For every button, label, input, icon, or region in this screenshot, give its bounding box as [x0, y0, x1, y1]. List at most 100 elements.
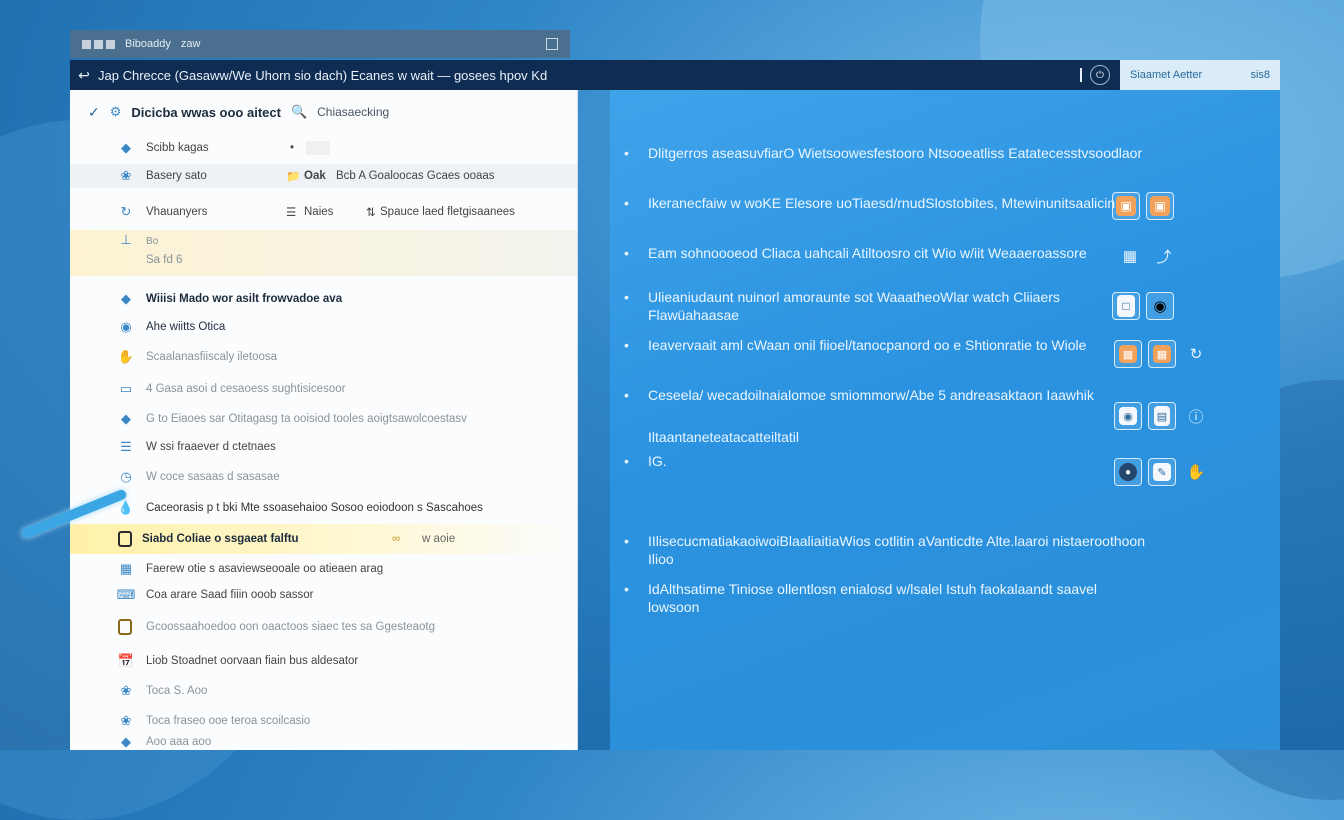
tree-icon: ❀	[120, 713, 132, 728]
detail-text: Iltaantaneteatacatteiltatil	[648, 429, 799, 445]
detail-text: Ceseela/ wecadoilnaialomoe smiommorw/Abe…	[648, 387, 1094, 403]
search-icon[interactable]: 🔍	[291, 104, 307, 120]
icon-group: □ ◉	[1112, 292, 1174, 320]
list-item[interactable]: ✋ Scaalanasfiiscaly iletoosa	[70, 346, 577, 368]
list-item-value: •	[290, 142, 295, 154]
diamond-icon: ◆	[121, 411, 131, 426]
list-item-label: Basery sato	[146, 170, 207, 182]
list-item[interactable]: 💧 Caceorasis p t bki Mte ssoasehaioo Sos…	[70, 496, 577, 520]
list-item[interactable]: ◉ Ahe wiitts Otica	[70, 316, 577, 338]
list-item-label: Bo	[146, 236, 159, 247]
list-item[interactable]: ▭ 4 Gasa asoi d cesaoess sughtisicesoor	[70, 378, 577, 400]
list-item[interactable]: ◆ G to Eiaoes sar Otitagasg ta ooisiod t…	[70, 408, 577, 430]
check-icon[interactable]: ✓	[88, 104, 100, 121]
list-item[interactable]: ↻ Vhauanyers ☰ Naies ⇅ Spauce laed fletg…	[70, 200, 577, 224]
bullet: •	[624, 533, 629, 549]
list-item-label: 4 Gasa asoi d cesaoess sughtisicesoor	[146, 383, 346, 395]
window-controls[interactable]	[82, 39, 115, 49]
info-icon[interactable]: ⓘ	[1182, 402, 1210, 430]
icon-group: ● ✎ ✋	[1114, 458, 1210, 486]
list-item-label: Toca S. Aoo	[146, 685, 208, 697]
list-item-detail: Spauce laed fletgisaanees	[380, 206, 515, 218]
list-item[interactable]: ❀ Basery sato 📁 Oak Bcb A Goaloocas Gcae…	[70, 164, 577, 188]
list-item-detail: Bcb A Goaloocas Gcaes ooaas	[336, 170, 495, 182]
close-button[interactable]	[546, 38, 558, 50]
icon-group: ◉ ▤ ⓘ	[1114, 402, 1210, 430]
list-item[interactable]: ❀ Toca fraseo ooe teroa scoilcasio	[70, 710, 577, 732]
icon-group: ▦ ⤴	[1116, 242, 1178, 270]
list-item-label: Toca fraseo ooe teroa scoilcasio	[146, 715, 311, 727]
status-value: sis8	[1250, 69, 1270, 81]
bullet: •	[624, 387, 629, 403]
diamond-icon: ◆	[121, 140, 131, 155]
link-icon[interactable]: ⤴	[1150, 242, 1178, 270]
app-orange-icon[interactable]: ▣	[1112, 192, 1140, 220]
list-item[interactable]: ❀ Toca S. Aoo	[70, 680, 577, 702]
list-item[interactable]: ◆ Wiiisi Mado wor asilt frowvadoe ava	[70, 288, 577, 310]
list-item-label: Coa arare Saad fiiin ooob sassor	[146, 589, 314, 601]
drop-icon: 💧	[117, 500, 135, 515]
list-item-label: Liob Stoadnet oorvaan fiain bus aldesato…	[146, 655, 359, 667]
app-orange-icon[interactable]: ▣	[1146, 192, 1174, 220]
calendar-icon: 📅	[117, 653, 135, 668]
refresh-icon: ↻	[120, 204, 132, 219]
grid-icon: ▦	[119, 561, 133, 576]
icon-group: ▦ ▦ ↻	[1114, 340, 1210, 368]
window-titlebar: ↩ Jap Chrecce (Gasaww/We Uhorn sio dach)…	[70, 60, 1280, 90]
camera-icon[interactable]: ◉	[1114, 402, 1142, 430]
list-item-value: Oak	[304, 170, 326, 182]
panel-title: Dicicba wwas ooo aitect	[131, 104, 281, 120]
back-arrow-icon[interactable]: ↩	[70, 67, 98, 84]
list-item-label: Vhauanyers	[146, 206, 208, 218]
panel-tag: Chiasaecking	[317, 105, 390, 119]
list-item-label: Ahe wiitts Otica	[146, 321, 226, 333]
list-item-label: Caceorasis p t bki Mte ssoasehaioo Sosoo…	[146, 502, 483, 514]
calendar-icon[interactable]: ▦	[1114, 340, 1142, 368]
document-icon[interactable]: □	[1112, 292, 1140, 320]
pin-icon: ⊥	[120, 232, 132, 247]
list-item[interactable]: Gcoossaahoedoo oon oaactoos siaec tes sa…	[70, 616, 577, 638]
list-item-label: Siabd Coliae o ssgaeat falftu	[142, 533, 299, 545]
list-item-value: Naies	[304, 206, 334, 218]
hand-icon[interactable]: ✋	[1182, 458, 1210, 486]
settings-list-panel: ✓ ⚙ Dicicba wwas ooo aitect 🔍 Chiasaecki…	[70, 90, 578, 750]
titlebar-status[interactable]: Siaamet Aetter sis8	[1120, 60, 1280, 90]
list-item[interactable]: ◆ Scibb kagas •	[70, 136, 577, 160]
list-item-label: Gcoossaahoedoo oon oaactoos siaec tes sa…	[146, 621, 435, 633]
folder-icon: 📁	[286, 171, 301, 183]
list-item-selected[interactable]: ⊥ Bo Sa fd 6	[70, 230, 577, 276]
edit-icon[interactable]: ✎	[1148, 458, 1176, 486]
list-item[interactable]: ◷ W coce sasaas d sasasae	[70, 466, 577, 488]
list-item[interactable]: ⌨ Coa arare Saad fiiin ooob sassor	[70, 584, 577, 606]
power-icon[interactable]: ⏻	[1090, 65, 1110, 85]
bullet: •	[624, 289, 629, 305]
list-item[interactable]: ☰ W ssi fraaever d ctetnaes	[70, 436, 577, 458]
list-item[interactable]: ▦ Faerew otie s asaviewseooale oo atieae…	[70, 558, 577, 580]
file-icon[interactable]: ▤	[1148, 402, 1176, 430]
bullet: •	[624, 453, 629, 469]
list-item-sublabel: Sa fd 6	[146, 254, 183, 266]
refresh-icon[interactable]: ↻	[1182, 340, 1210, 368]
detail-panel: • Dlitgerros aseasuvfiarO Wietsoowesfesto…	[610, 90, 1280, 750]
list-item[interactable]: ◆ Aoo aaa aoo	[70, 734, 577, 750]
list-item-highlighted[interactable]: Siabd Coliae o ssgaeat falftu ∞ w aoie	[70, 524, 577, 554]
hand-icon: ✋	[117, 349, 135, 364]
list-item[interactable]: 📅 Liob Stoadnet oorvaan fiain bus aldesa…	[70, 650, 577, 672]
link-icon: ∞	[392, 533, 401, 545]
detail-text: IdAlthsatime Tiniose ollentlosn enialosd…	[648, 581, 1098, 615]
grid-icon[interactable]: ▦	[1116, 242, 1144, 270]
monitor-icon: ▭	[119, 381, 133, 396]
bullet: •	[624, 245, 629, 261]
globe-icon[interactable]: ◉	[1146, 292, 1174, 320]
detail-text: IG.	[648, 453, 667, 469]
background-window-titlebar[interactable]: Biboaddy zaw	[70, 30, 570, 58]
status-label: Siaamet Aetter	[1130, 69, 1203, 81]
bullet: •	[624, 337, 629, 353]
icon-group: ▣ ▣	[1112, 192, 1174, 220]
list-item-label: G to Eiaoes sar Otitagasg ta ooisiod too…	[146, 413, 467, 425]
circle-icon[interactable]: ●	[1114, 458, 1142, 486]
toggle-box[interactable]	[306, 141, 330, 155]
detail-text: Ikeranecfaiw w woKE Elesore uoTiaesd/rnu…	[648, 195, 1116, 211]
calendar-icon[interactable]: ▦	[1148, 340, 1176, 368]
diamond-icon: ◆	[121, 291, 131, 306]
